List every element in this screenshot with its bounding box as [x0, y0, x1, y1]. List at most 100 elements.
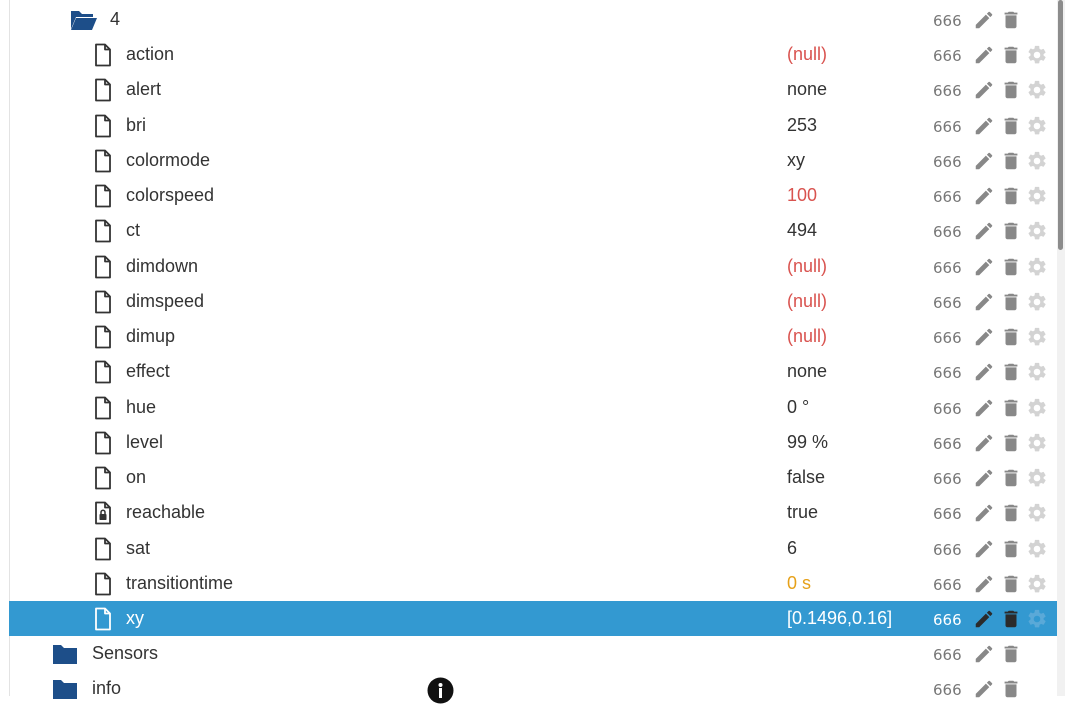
delete-icon[interactable] [1000, 44, 1022, 66]
tree-row-folder-info[interactable]: info 666 [9, 671, 1057, 706]
settings-gear-icon[interactable] [1026, 220, 1048, 242]
settings-gear-icon[interactable] [1026, 79, 1048, 101]
tree-row-state[interactable]: transitiontime 0 s 666 [9, 566, 1057, 601]
settings-gear-icon[interactable] [1026, 573, 1048, 595]
state-value[interactable]: none [787, 354, 827, 389]
edit-icon[interactable] [973, 678, 995, 700]
state-value[interactable]: 6 [787, 531, 797, 566]
delete-icon[interactable] [1000, 432, 1022, 454]
delete-icon[interactable] [1000, 361, 1022, 383]
state-value[interactable]: (null) [787, 319, 827, 354]
delete-icon[interactable] [1000, 467, 1022, 489]
state-value[interactable]: (null) [787, 284, 827, 319]
settings-gear-icon[interactable] [1026, 538, 1048, 560]
tree-row-state[interactable]: action (null) 666 [9, 37, 1057, 72]
edit-icon[interactable] [973, 44, 995, 66]
edit-icon[interactable] [973, 573, 995, 595]
state-value[interactable]: 253 [787, 108, 817, 143]
state-value[interactable]: false [787, 460, 825, 495]
edit-icon[interactable] [973, 220, 995, 242]
edit-icon[interactable] [973, 150, 995, 172]
tree-row-folder-sensors[interactable]: Sensors 666 [9, 636, 1057, 671]
settings-gear-icon[interactable] [1026, 608, 1048, 630]
delete-icon[interactable] [1000, 185, 1022, 207]
edit-icon[interactable] [973, 538, 995, 560]
settings-gear-icon[interactable] [1026, 44, 1048, 66]
tree-row-state[interactable]: colormode xy 666 [9, 143, 1057, 178]
state-value[interactable]: (null) [787, 37, 827, 72]
state-value[interactable]: xy [787, 143, 805, 178]
state-value[interactable]: 0 s [787, 566, 811, 601]
edit-icon[interactable] [973, 608, 995, 630]
delete-icon[interactable] [1000, 256, 1022, 278]
settings-gear-icon[interactable] [1026, 397, 1048, 419]
state-value[interactable]: (null) [787, 249, 827, 284]
settings-gear-icon[interactable] [1026, 467, 1048, 489]
edit-icon[interactable] [973, 185, 995, 207]
tree-row-state[interactable]: level 99 % 666 [9, 425, 1057, 460]
edit-icon[interactable] [973, 115, 995, 137]
state-value[interactable]: 0 ° [787, 390, 809, 425]
edit-icon[interactable] [973, 467, 995, 489]
state-value[interactable]: 99 % [787, 425, 828, 460]
settings-gear-icon[interactable] [1026, 256, 1048, 278]
tree-row-state[interactable]: on false 666 [9, 460, 1057, 495]
delete-icon[interactable] [1000, 397, 1022, 419]
tree-row-state[interactable]: dimdown (null) 666 [9, 249, 1057, 284]
edit-icon[interactable] [973, 397, 995, 419]
delete-icon[interactable] [1000, 502, 1022, 524]
settings-gear-icon[interactable] [1026, 361, 1048, 383]
state-value[interactable]: 100 [787, 178, 817, 213]
settings-gear-icon[interactable] [1026, 326, 1048, 348]
edit-icon[interactable] [973, 326, 995, 348]
settings-gear-icon[interactable] [1026, 150, 1048, 172]
edit-icon[interactable] [973, 291, 995, 313]
delete-icon[interactable] [1000, 115, 1022, 137]
acl-value: 666 [933, 611, 962, 629]
tree-row-state[interactable]: dimup (null) 666 [9, 319, 1057, 354]
vertical-scrollbar[interactable] [1057, 0, 1065, 696]
edit-icon[interactable] [973, 9, 995, 31]
settings-gear-icon[interactable] [1026, 502, 1048, 524]
delete-icon[interactable] [1000, 608, 1022, 630]
delete-icon[interactable] [1000, 573, 1022, 595]
state-value[interactable]: [0.1496,0.16] [787, 601, 892, 636]
tree-row-state[interactable]: colorspeed 100 666 [9, 178, 1057, 213]
settings-gear-icon[interactable] [1026, 115, 1048, 137]
tree-row-state[interactable]: reachable true 666 [9, 495, 1057, 530]
delete-icon[interactable] [1000, 538, 1022, 560]
scrollbar-thumb[interactable] [1058, 0, 1063, 250]
edit-icon[interactable] [973, 432, 995, 454]
delete-icon[interactable] [1000, 150, 1022, 172]
delete-icon[interactable] [1000, 291, 1022, 313]
folder-label: 4 [110, 9, 121, 29]
edit-icon[interactable] [973, 79, 995, 101]
tree-row-state[interactable]: hue 0 ° 666 [9, 390, 1057, 425]
edit-icon[interactable] [973, 256, 995, 278]
state-value[interactable]: true [787, 495, 818, 530]
state-value[interactable]: none [787, 72, 827, 107]
tree-row-state[interactable]: xy [0.1496,0.16] 666 [9, 601, 1057, 636]
state-name: transitiontime [126, 572, 234, 593]
edit-icon[interactable] [973, 502, 995, 524]
tree-row-state[interactable]: dimspeed (null) 666 [9, 284, 1057, 319]
settings-gear-icon[interactable] [1026, 432, 1048, 454]
delete-icon[interactable] [1000, 220, 1022, 242]
edit-icon[interactable] [973, 643, 995, 665]
delete-icon[interactable] [1000, 643, 1022, 665]
settings-gear-icon[interactable] [1026, 291, 1048, 313]
tree-row-state[interactable]: alert none 666 [9, 72, 1057, 107]
delete-icon[interactable] [1000, 678, 1022, 700]
tree-row-state[interactable]: ct 494 666 [9, 213, 1057, 248]
state-value[interactable]: 494 [787, 213, 817, 248]
delete-icon[interactable] [1000, 79, 1022, 101]
delete-icon[interactable] [1000, 9, 1022, 31]
edit-icon[interactable] [973, 361, 995, 383]
tree-row-state[interactable]: bri 253 666 [9, 108, 1057, 143]
delete-icon[interactable] [1000, 326, 1022, 348]
tree-row-state[interactable]: effect none 666 [9, 354, 1057, 389]
tree-row-folder-4[interactable]: 4 666 [9, 2, 1057, 37]
info-icon[interactable] [427, 677, 454, 704]
settings-gear-icon[interactable] [1026, 185, 1048, 207]
tree-row-state[interactable]: sat 6 666 [9, 531, 1057, 566]
